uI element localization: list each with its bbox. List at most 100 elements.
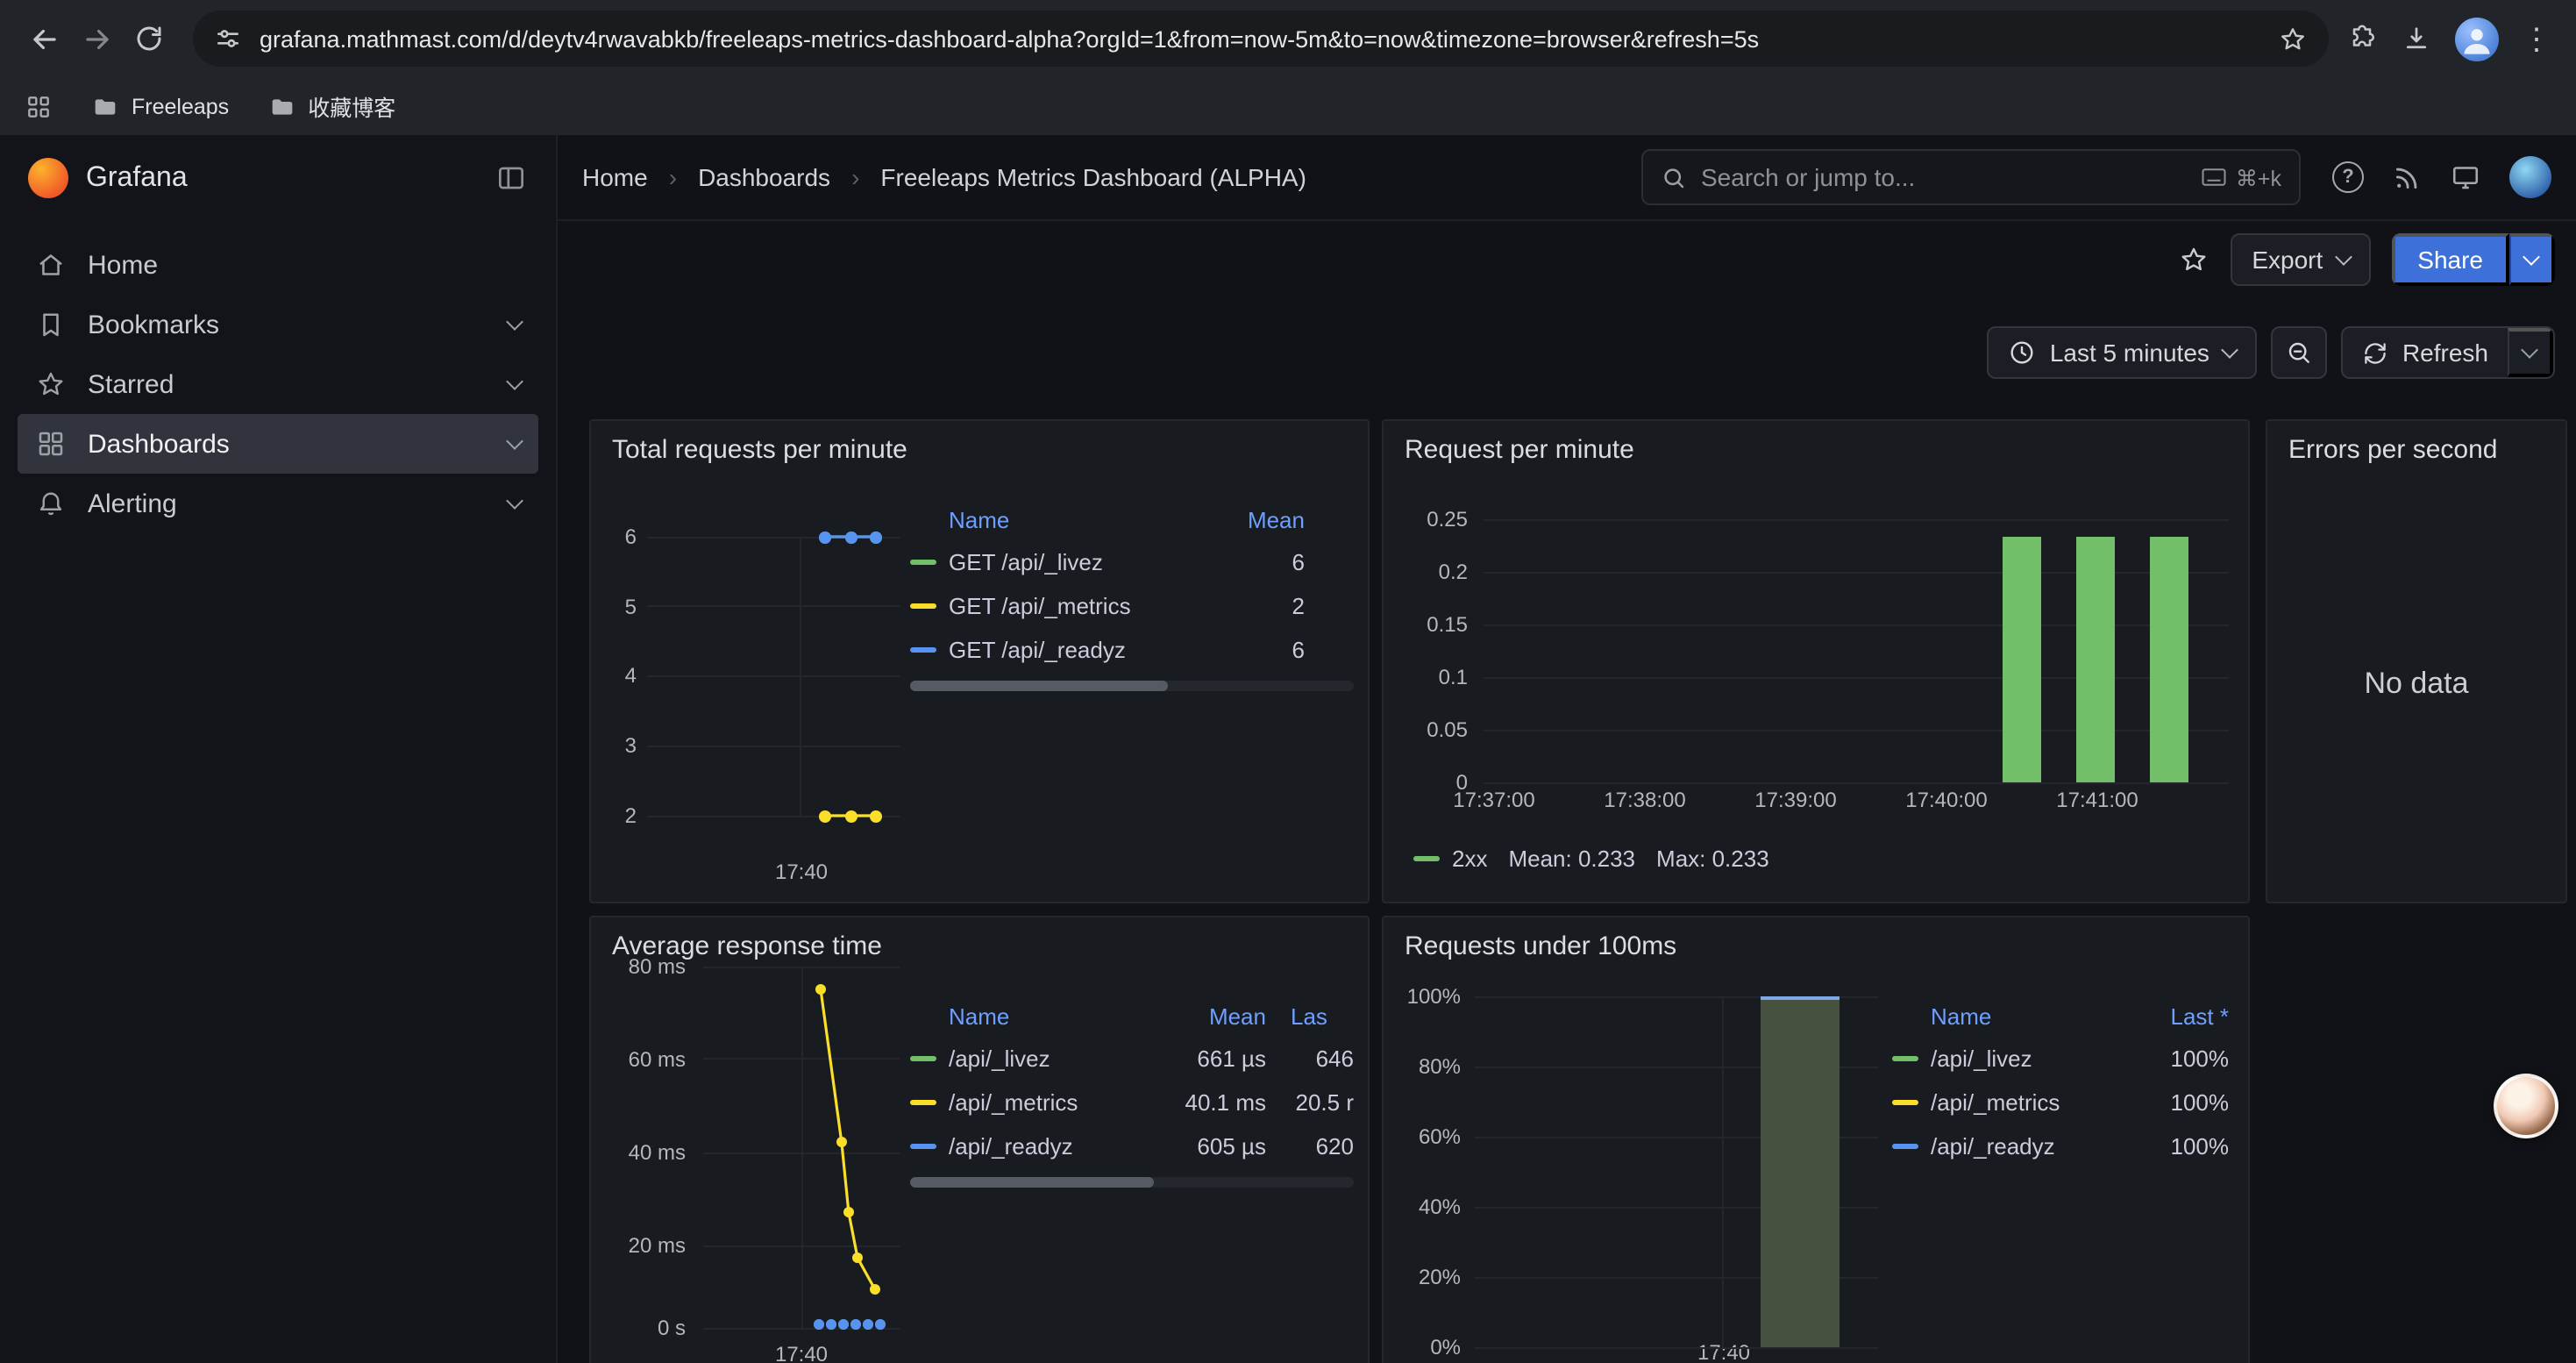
download-icon[interactable] (2401, 23, 2432, 54)
clock-icon (2008, 339, 2036, 367)
y-tick: 20% (1384, 1265, 1461, 1289)
y-tick: 3 (591, 733, 637, 758)
sidebar-item-label: Home (88, 250, 158, 280)
time-range-picker[interactable]: Last 5 minutes (1987, 326, 2257, 379)
legend-row[interactable]: /api/_metrics 100% (1892, 1081, 2229, 1124)
chevron-down-icon[interactable] (506, 432, 523, 449)
scrollbar-thumb[interactable] (910, 681, 1167, 691)
y-tick: 40% (1384, 1195, 1461, 1219)
legend-header-last[interactable]: Last * (2131, 1003, 2229, 1029)
y-tick: 60 ms (591, 1047, 686, 1072)
floating-avatar[interactable] (2494, 1074, 2558, 1138)
back-button[interactable] (18, 12, 70, 65)
legend-header-name[interactable]: Name (1892, 1003, 2131, 1029)
legend-row[interactable]: /api/_readyz 605 µs 620 (910, 1124, 1354, 1168)
legend-scrollbar[interactable] (910, 1177, 1354, 1188)
breadcrumb-separator: › (844, 163, 866, 191)
legend-row[interactable]: /api/_readyz 100% (1892, 1124, 2229, 1168)
share-button[interactable]: Share (2391, 233, 2509, 286)
apps-grid-icon[interactable] (25, 92, 53, 120)
chevron-down-icon (2334, 247, 2352, 265)
legend-row[interactable]: /api/_metrics 40.1 ms 20.5 r (910, 1081, 1354, 1124)
y-tick: 0.25 (1384, 507, 1468, 532)
sidebar-item-dashboards[interactable]: Dashboards (18, 414, 538, 474)
favorite-star-icon[interactable] (2178, 244, 2210, 275)
sidebar: Grafana Home Bookmarks Starred (0, 135, 558, 1363)
legend-header-mean[interactable]: Mean (1199, 506, 1305, 532)
y-tick: 0.1 (1384, 665, 1468, 689)
dock-menu-button[interactable] (495, 161, 528, 195)
chevron-down-icon[interactable] (506, 372, 523, 389)
panel-title[interactable]: Requests under 100ms (1405, 931, 1676, 961)
omnibox[interactable]: grafana.mathmast.com/d/deytv4rwavabkb/fr… (193, 11, 2329, 67)
series-dash (1892, 1144, 1918, 1149)
refresh-interval-caret[interactable] (2508, 328, 2553, 377)
panel-request-per-minute: Request per minute 0.25 0.2 0.15 0.1 0.0… (1382, 419, 2250, 903)
bookmark-folder-blogs[interactable]: 收藏博客 (267, 89, 395, 123)
legend-header-mean[interactable]: Mean (1161, 1003, 1266, 1029)
y-tick: 0.2 (1384, 560, 1468, 584)
profile-avatar[interactable] (2455, 17, 2499, 61)
keyboard-shortcut: ⌘+k (2201, 164, 2281, 190)
bookmark-star-icon[interactable] (2278, 24, 2308, 54)
page-header: Home › Dashboards › Freeleaps Metrics Da… (558, 135, 2576, 221)
sidebar-item-label: Bookmarks (88, 310, 219, 339)
panel-title[interactable]: Errors per second (2288, 435, 2497, 465)
forward-button[interactable] (70, 12, 123, 65)
no-data-text: No data (2267, 667, 2565, 702)
search-input[interactable]: Search or jump to... ⌘+k (1641, 149, 2301, 205)
refresh-button[interactable]: Refresh (2343, 328, 2508, 377)
series-dash (910, 560, 936, 565)
series-dash (910, 1056, 936, 1061)
chevron-down-icon[interactable] (506, 491, 523, 509)
legend-row[interactable]: GET /api/_metrics 2 (910, 584, 1354, 628)
legend-row[interactable]: GET /api/_livez 6 (910, 540, 1354, 584)
bookmark-folder-freeleaps[interactable]: Freeleaps (91, 92, 229, 120)
x-tick: 17:38:00 (1583, 788, 1706, 812)
legend-row[interactable]: GET /api/_readyz 6 (910, 628, 1354, 672)
legend-row[interactable]: /api/_livez 661 µs 646 (910, 1037, 1354, 1081)
share-caret-button[interactable] (2509, 233, 2555, 286)
sidebar-item-alerting[interactable]: Alerting (18, 474, 538, 533)
grafana-logo[interactable] (28, 158, 68, 198)
y-tick: 60% (1384, 1124, 1461, 1149)
site-controls-icon[interactable] (214, 25, 242, 53)
x-tick: 17:37:00 (1433, 788, 1555, 812)
y-tick: 100% (1384, 984, 1461, 1009)
monitor-icon[interactable] (2450, 161, 2481, 193)
legend-header-last[interactable]: Las (1266, 1003, 1354, 1029)
series-dash (910, 603, 936, 609)
scrollbar-thumb[interactable] (910, 1177, 1154, 1188)
legend-header-name[interactable]: Name (910, 1003, 1161, 1029)
legend-max: Max: 0.233 (1656, 846, 1769, 872)
browser-menu-icon[interactable]: ⋮ (2522, 24, 2551, 54)
legend-row[interactable]: /api/_livez 100% (1892, 1037, 2229, 1081)
breadcrumb-home[interactable]: Home (582, 163, 648, 191)
x-tick: 17:40 (749, 860, 854, 884)
y-tick: 0 s (591, 1316, 686, 1340)
export-button[interactable]: Export (2231, 233, 2370, 286)
panel-title[interactable]: Total requests per minute (612, 435, 907, 465)
panel-legend: Name Mean GET /api/_livez 6 GET /api/_me… (910, 498, 1354, 691)
y-tick: 5 (591, 595, 637, 619)
dashboard-canvas: Last 5 minutes Refresh Total requests pe… (558, 298, 2576, 1363)
reload-button[interactable] (123, 12, 175, 65)
legend-header-name[interactable]: Name (910, 506, 1199, 532)
rss-icon[interactable] (2392, 162, 2422, 192)
extensions-icon[interactable] (2346, 23, 2378, 54)
legend-scrollbar[interactable] (910, 681, 1354, 691)
sidebar-item-bookmarks[interactable]: Bookmarks (18, 295, 538, 354)
panel-title[interactable]: Request per minute (1405, 435, 1634, 465)
help-icon[interactable]: ? (2332, 161, 2364, 193)
breadcrumb-dashboards[interactable]: Dashboards (698, 163, 830, 191)
url-text[interactable]: grafana.mathmast.com/d/deytv4rwavabkb/fr… (260, 25, 2260, 52)
zoom-out-button[interactable] (2271, 326, 2327, 379)
sidebar-item-starred[interactable]: Starred (18, 354, 538, 414)
total-requests-plot (647, 537, 900, 816)
user-avatar[interactable] (2509, 156, 2551, 198)
chevron-down-icon[interactable] (506, 312, 523, 330)
legend-item[interactable]: 2xx (1413, 846, 1487, 872)
y-tick: 80% (1384, 1054, 1461, 1079)
sidebar-item-home[interactable]: Home (18, 235, 538, 295)
series-dash (1892, 1056, 1918, 1061)
